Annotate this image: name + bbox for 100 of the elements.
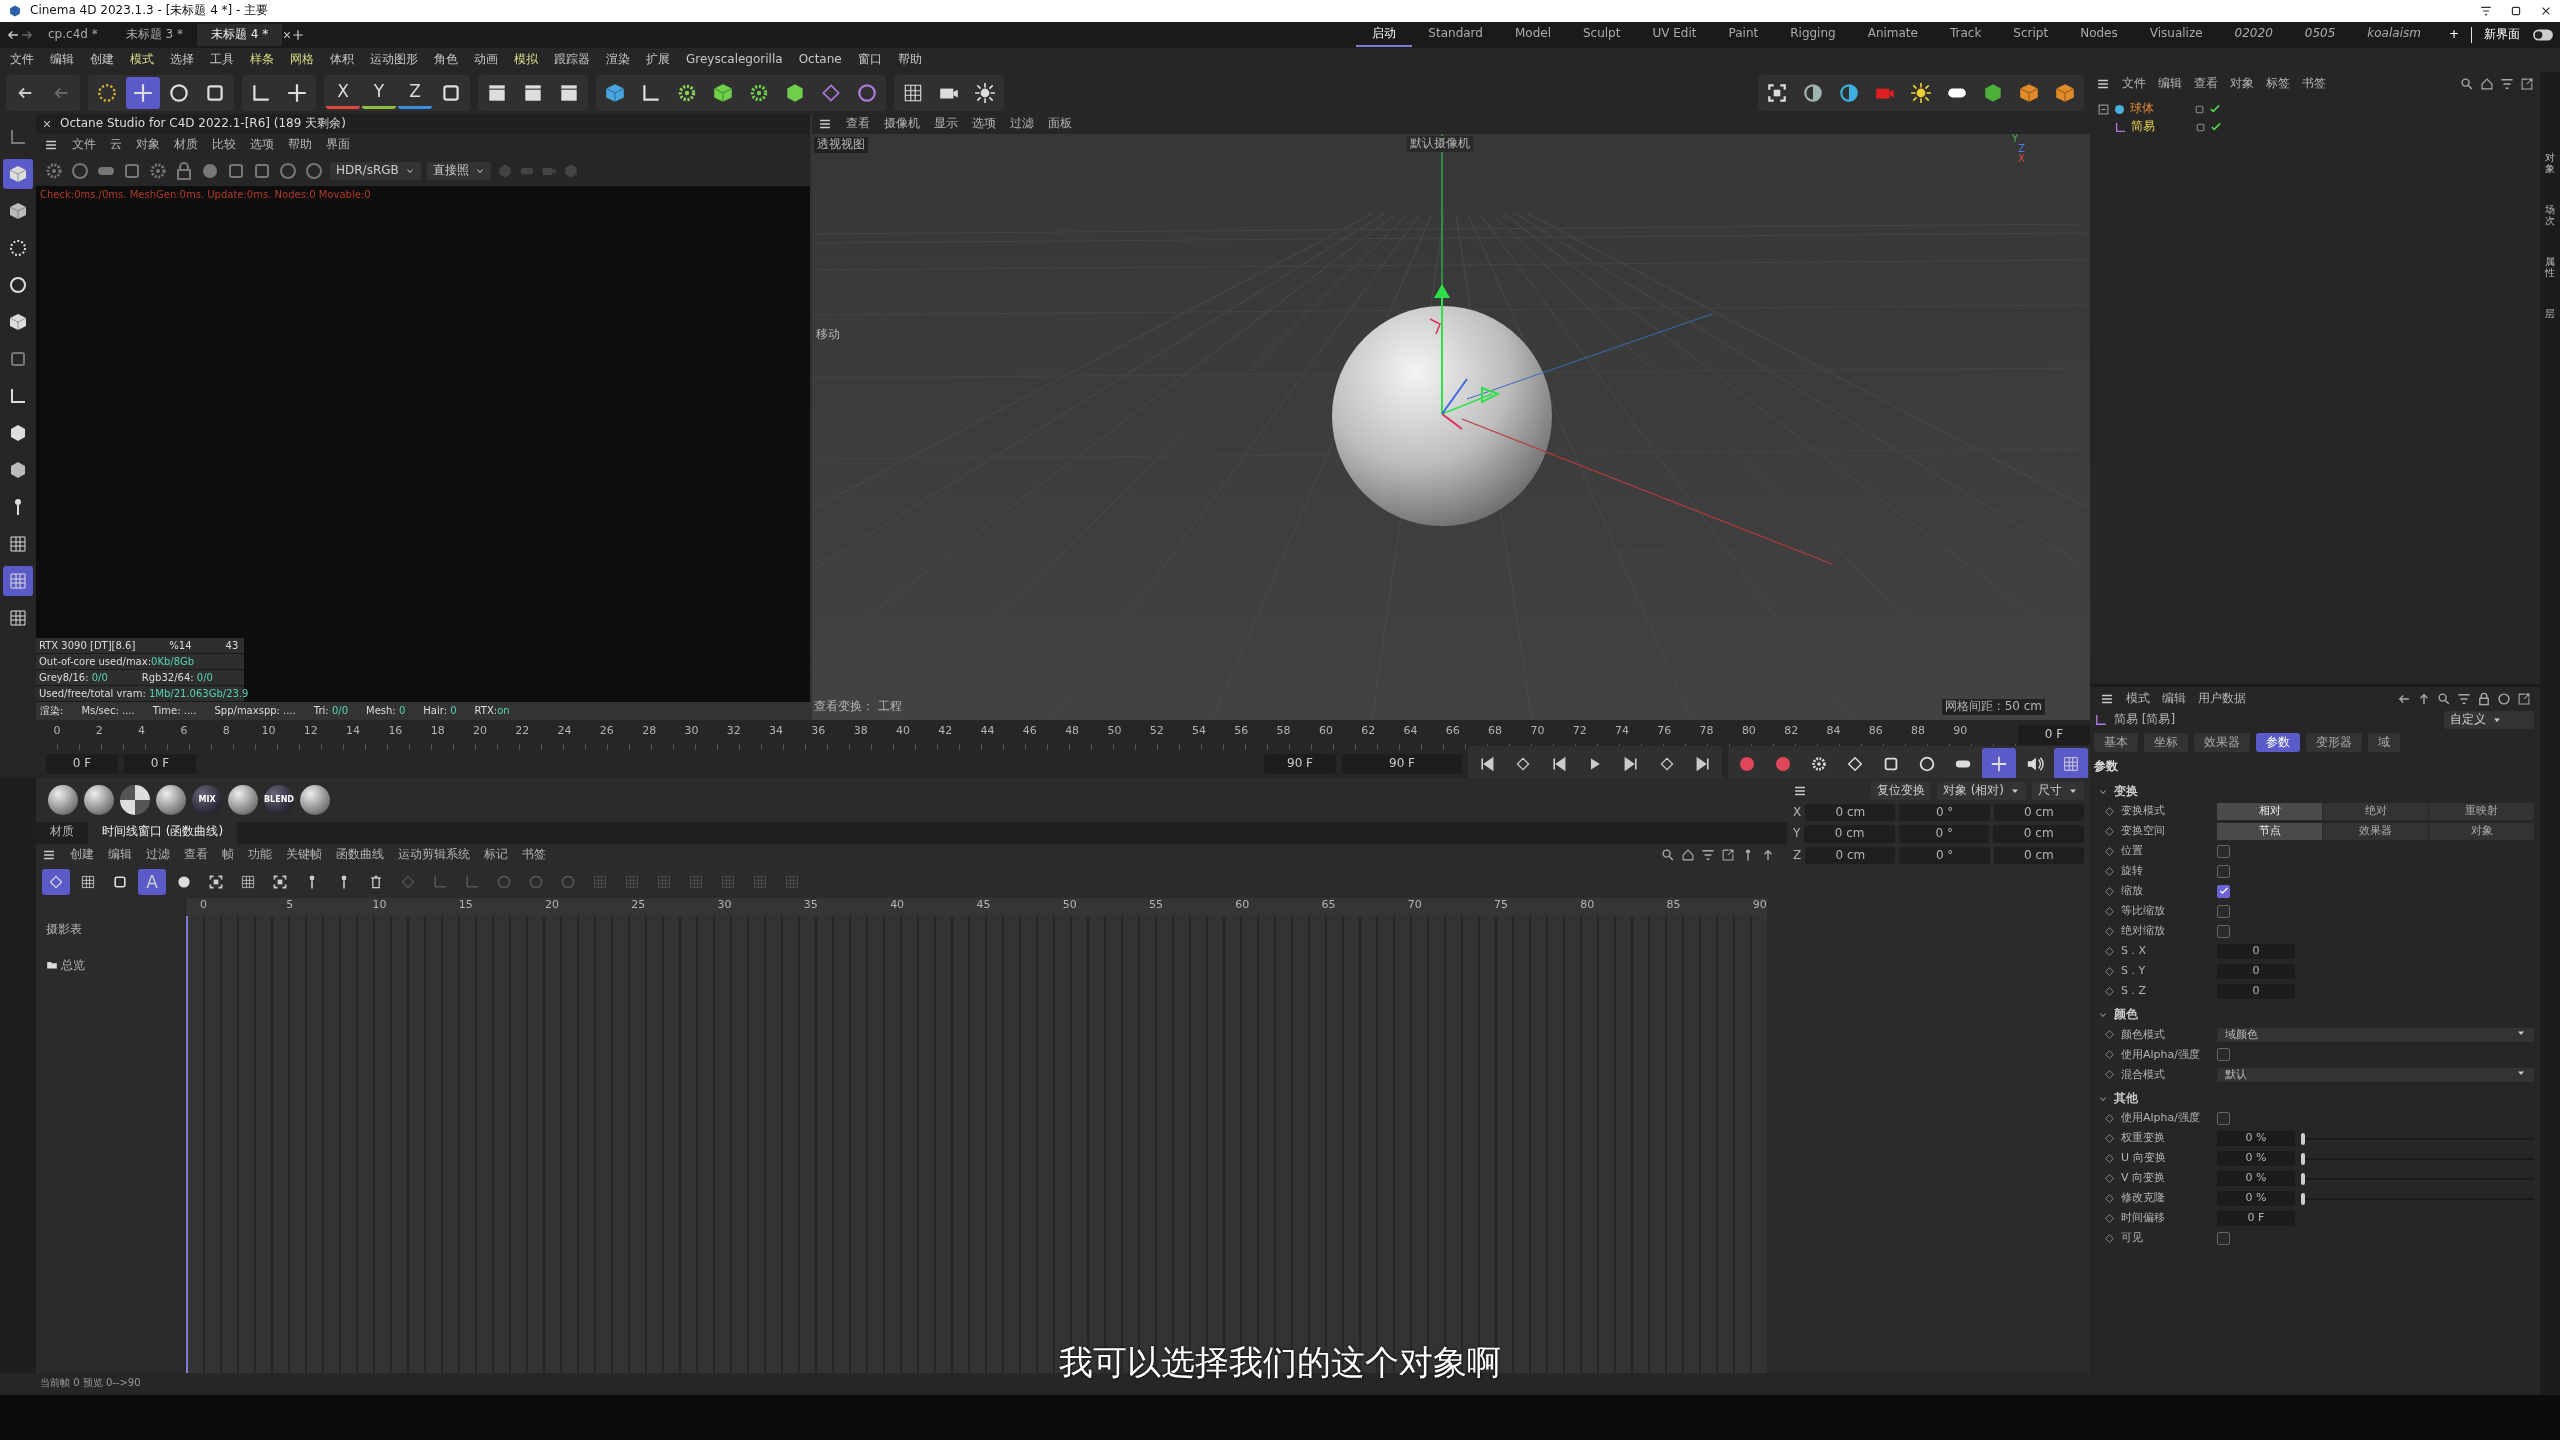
menu-item[interactable]: 动画: [474, 52, 498, 68]
menu-item[interactable]: 文件: [10, 52, 34, 68]
side-tab[interactable]: 属性: [2545, 256, 2555, 278]
menu-item[interactable]: 文件: [2122, 76, 2146, 92]
menu-item[interactable]: 过滤: [146, 847, 170, 863]
segment-option[interactable]: 对象: [2429, 823, 2534, 840]
current-frame-field[interactable]: 0 F: [2018, 725, 2090, 745]
side-tab[interactable]: 对象: [2545, 152, 2555, 174]
menu-item[interactable]: 创建: [70, 847, 94, 863]
menu-item[interactable]: 文件: [72, 137, 96, 153]
material-ball[interactable]: BLEND: [264, 785, 294, 815]
menu-item[interactable]: 材质: [174, 137, 198, 153]
axis-button[interactable]: Z: [398, 77, 432, 109]
menu-item[interactable]: 样条: [250, 52, 274, 68]
frame-field[interactable]: 0 F: [124, 754, 196, 774]
menu-item[interactable]: 查看: [2194, 76, 2218, 92]
folder-label[interactable]: 总览: [61, 957, 85, 974]
value-field[interactable]: 0 cm: [1993, 803, 2084, 822]
menu-item[interactable]: 标签: [2266, 76, 2290, 92]
layout-tab[interactable]: Visualize: [2133, 23, 2219, 47]
menu-item[interactable]: 对象: [2230, 76, 2254, 92]
layout-tab[interactable]: Track: [1933, 23, 1998, 47]
menu-item[interactable]: 工具: [210, 52, 234, 68]
layout-tab[interactable]: 启动: [1356, 23, 1413, 47]
value-field[interactable]: 0 cm: [1993, 825, 2084, 843]
menu-item[interactable]: 体积: [330, 52, 354, 68]
render-mode-dropdown[interactable]: 直接照: [426, 162, 491, 180]
menu-item[interactable]: 对象: [136, 137, 160, 153]
menu-item[interactable]: 功能: [248, 847, 272, 863]
menu-item[interactable]: 运动剪辑系统: [398, 847, 470, 863]
menu-item[interactable]: 网格: [290, 52, 314, 68]
attribute-tab[interactable]: 基本: [2094, 732, 2138, 753]
view-mode-dropdown[interactable]: HDR/sRGB: [330, 162, 421, 180]
layout-tab[interactable]: Model: [1498, 23, 1567, 47]
number-field[interactable]: 0 %: [2217, 1151, 2295, 1166]
document-tab[interactable]: 未标题 3 *: [111, 24, 197, 46]
menu-item[interactable]: 关键帧: [286, 847, 322, 863]
menu-item[interactable]: 选项: [250, 137, 274, 153]
segment-option[interactable]: 绝对: [2323, 803, 2428, 820]
camera-label[interactable]: 默认摄像机: [1407, 136, 1473, 152]
menu-item[interactable]: 渲染: [606, 52, 630, 68]
layout-tab[interactable]: koalaism: [2351, 23, 2437, 47]
menu-item[interactable]: 选项: [972, 116, 996, 132]
layout-tab[interactable]: Paint: [1712, 23, 1775, 47]
side-tab[interactable]: 层: [2545, 308, 2555, 319]
segment-option[interactable]: 效果器: [2323, 823, 2428, 840]
menu-item[interactable]: 用户数据: [2198, 691, 2246, 707]
menu-item[interactable]: 编辑: [2162, 691, 2186, 707]
menu-item[interactable]: 摄像机: [884, 116, 920, 132]
layout-tab[interactable]: Sculpt: [1566, 23, 1637, 47]
side-tab[interactable]: 场次: [2545, 204, 2555, 226]
value-field[interactable]: 0 °: [1898, 825, 1990, 843]
menu-item[interactable]: Greyscalegorilla: [686, 52, 783, 68]
menu-item[interactable]: 云: [110, 137, 122, 153]
frame-field[interactable]: 90 F: [1264, 754, 1336, 774]
segment-option[interactable]: 节点: [2217, 823, 2322, 840]
menu-item[interactable]: 过滤: [1010, 116, 1034, 132]
value-field[interactable]: 0 cm: [1993, 846, 2084, 865]
value-field[interactable]: 0 cm: [1805, 803, 1896, 822]
menu-item[interactable]: Octane: [798, 52, 842, 68]
layout-tab[interactable]: Standard: [1412, 23, 1499, 47]
menu-item[interactable]: 模式: [2126, 691, 2150, 707]
document-tab[interactable]: cp.c4d *: [34, 24, 112, 46]
menu-item[interactable]: 函数曲线: [336, 847, 384, 863]
menu-item[interactable]: 书签: [522, 847, 546, 863]
value-field[interactable]: 0 °: [1899, 846, 1990, 865]
axis-button[interactable]: Y: [362, 77, 396, 109]
menu-item[interactable]: 比较: [212, 137, 236, 153]
menu-item[interactable]: 帧: [222, 847, 234, 863]
menu-item[interactable]: 跟踪器: [554, 52, 590, 68]
object-name[interactable]: 球体: [2130, 101, 2190, 117]
menu-item[interactable]: 面板: [1048, 116, 1072, 132]
document-tab[interactable]: 未标题 4 *: [196, 24, 283, 46]
menu-item[interactable]: 扩展: [646, 52, 670, 68]
panel-tab[interactable]: 材质: [36, 822, 88, 844]
material-ball[interactable]: MIX: [192, 785, 222, 815]
menu-item[interactable]: 窗口: [857, 52, 882, 68]
value-field[interactable]: 0 °: [1899, 803, 1990, 822]
layout-tab[interactable]: 02020: [2218, 23, 2289, 47]
layout-tab[interactable]: 0505: [2288, 23, 2352, 47]
preset-dropdown[interactable]: 自定义: [2444, 711, 2534, 729]
coordinate-mode-dropdown[interactable]: 对象 (相对): [1936, 782, 2026, 800]
menu-item[interactable]: 创建: [90, 52, 114, 68]
dropdown-field[interactable]: 默认: [2217, 1067, 2534, 1083]
layout-tab[interactable]: UV Edit: [1636, 23, 1713, 47]
segment-option[interactable]: 相对: [2217, 803, 2322, 820]
axis-button[interactable]: X: [326, 77, 360, 109]
value-field[interactable]: 0 cm: [1805, 846, 1896, 865]
attribute-tab[interactable]: 坐标: [2144, 732, 2188, 753]
menu-item[interactable]: 帮助: [288, 137, 312, 153]
menu-item[interactable]: 书签: [2302, 76, 2326, 92]
menu-item[interactable]: 编辑: [108, 847, 132, 863]
attribute-tab[interactable]: 效果器: [2194, 732, 2250, 753]
value-field[interactable]: 0 cm: [1804, 825, 1895, 843]
layout-tab[interactable]: Animate: [1851, 23, 1934, 47]
menu-item[interactable]: 角色: [434, 52, 458, 68]
menu-item[interactable]: 标记: [484, 847, 508, 863]
menu-item[interactable]: 界面: [326, 137, 350, 153]
number-field[interactable]: 0: [2217, 984, 2295, 999]
menu-item[interactable]: 显示: [934, 116, 958, 132]
